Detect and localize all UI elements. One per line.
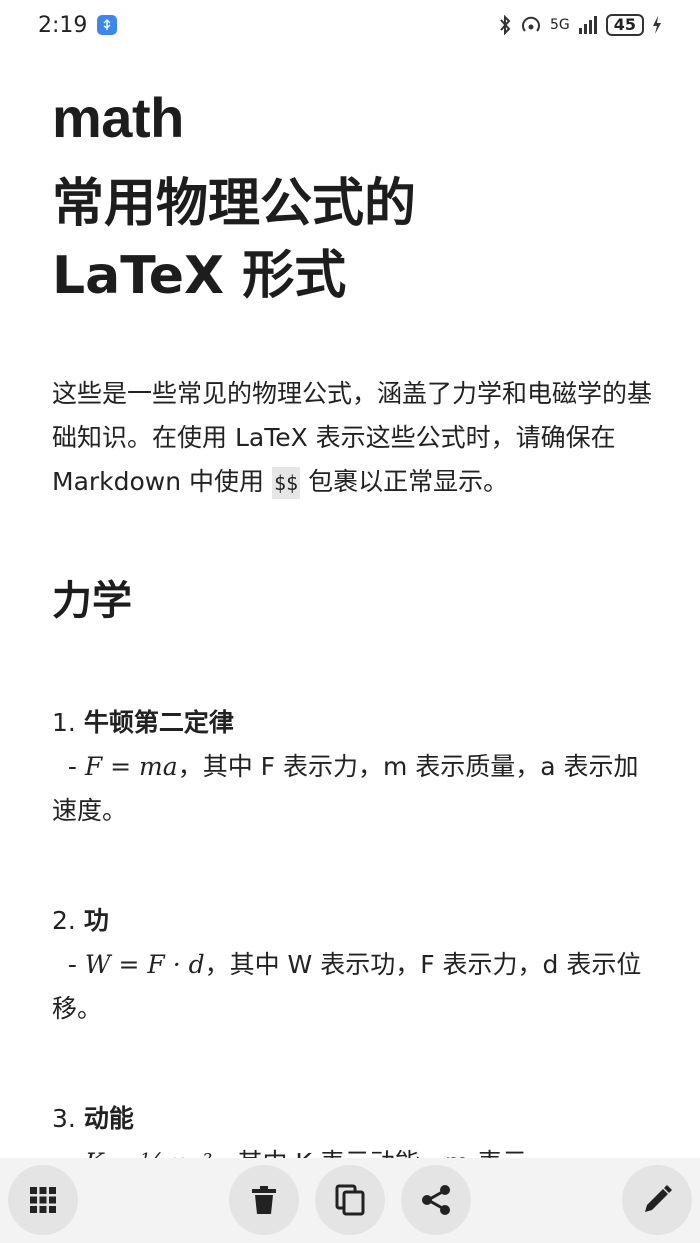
document-content: math 常用物理公式的 LaTeX 形式 这些是一些常见的物理公式，涵盖了力学… [52,84,652,1185]
item-label: 牛顿第二定律 [83,708,234,737]
battery-icon: 45 [605,14,644,36]
pencil-icon [645,1185,672,1212]
hotspot-icon [522,16,540,32]
copy-icon [335,1184,365,1216]
item-heading: 3. 动能 [52,1097,652,1141]
edit-button[interactable] [622,1165,692,1235]
clock: 2:19 [38,12,88,38]
item-heading: 2. 功 [52,899,652,943]
battery-level: 45 [613,15,636,34]
share-button[interactable] [401,1165,471,1235]
section-title: 力学 [52,578,132,624]
item-heading: 1. 牛顿第二定律 [52,701,652,745]
math-formula: F = ma [84,752,178,781]
item-body: - W = F · d，其中 W 表示功，F 表示力，d 表示位移。 [52,950,642,1023]
bluetooth-icon [500,15,511,35]
item-number: 2. [52,906,76,935]
item-label: 功 [83,906,109,935]
intro-text-end: 包裹以正常显示。 [308,467,509,496]
item-number: 3. [52,1104,76,1133]
list-item: 1. 牛顿第二定律 - F = ma，其中 F 表示力，m 表示质量，a 表示加… [52,701,652,833]
share-icon [422,1185,450,1215]
status-right: 5G 45 [498,14,662,36]
charging-icon [653,16,661,34]
intro-paragraph: 这些是一些常见的物理公式，涵盖了力学和电磁学的基础知识。在使用 LaTeX 表示… [52,372,652,505]
math-formula: W = F · d [84,950,205,979]
status-left: 2:19 [38,12,118,38]
copy-button[interactable] [315,1165,385,1235]
doc-title: math [52,86,184,149]
item-body: - F = ma，其中 F 表示力，m 表示质量，a 表示加速度。 [52,752,639,825]
menu-button[interactable] [8,1165,78,1235]
inline-code: $$ [272,467,301,499]
grid-menu-icon [30,1187,56,1213]
trash-icon [252,1186,276,1214]
delete-button[interactable] [229,1165,299,1235]
item-label: 动能 [83,1104,134,1133]
usb-icon [97,15,118,35]
status-bar: 2:19 5G 45 [0,0,700,50]
item-number: 1. [52,708,76,737]
signal-icon [578,16,597,34]
doc-heading: 常用物理公式的 LaTeX 形式 [52,174,417,306]
network-label: 5G [549,17,570,33]
list-item: 2. 功 - W = F · d，其中 W 表示功，F 表示力，d 表示位移。 [52,899,652,1031]
